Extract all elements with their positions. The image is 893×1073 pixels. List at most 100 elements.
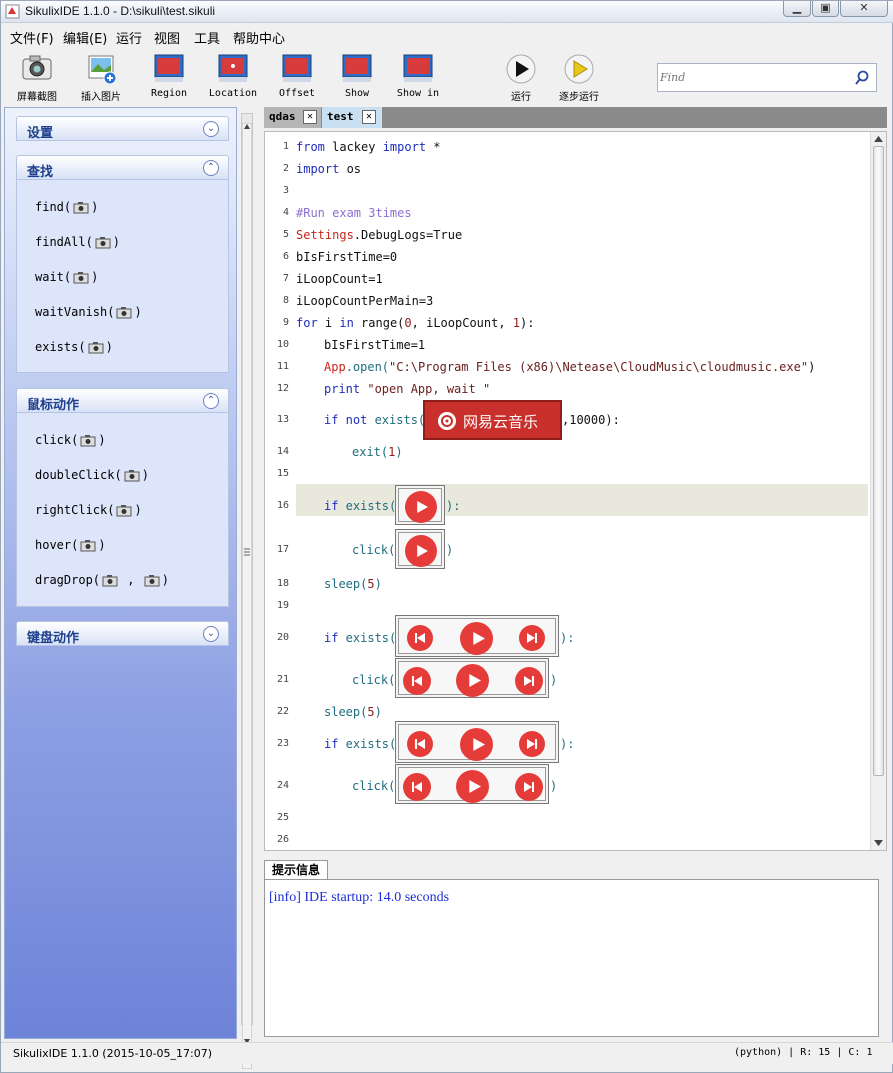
run-slow-button[interactable]: 逐步运行	[554, 53, 604, 103]
close-paren: )	[161, 573, 169, 587]
command-sidebar: 设置 ⌄ 查找 ⌃ find() findAll() wait() waitVa…	[4, 107, 237, 1039]
command-wait[interactable]: wait()	[35, 270, 98, 284]
code-text: ,10000):	[562, 413, 620, 427]
command-dragdrop[interactable]: dragDrop( , )	[35, 573, 169, 587]
code-text: )	[550, 673, 558, 687]
code-text: lackey	[324, 140, 383, 154]
command-find[interactable]: find()	[35, 200, 98, 214]
tab-test[interactable]: test ✕	[322, 107, 382, 128]
play-button-screenshot[interactable]	[395, 485, 445, 525]
show-button[interactable]: Show	[335, 53, 379, 99]
message-console[interactable]: [info] IDE startup: 14.0 seconds	[264, 879, 879, 1037]
code-line-13: if not exists(	[324, 413, 425, 427]
code-line-20: if exists(	[324, 631, 396, 645]
keyboard-panel-header[interactable]: 键盘动作 ⌄	[16, 621, 229, 646]
editor-scroll-thumb[interactable]	[873, 146, 884, 776]
maximize-button[interactable]: ▣	[812, 1, 839, 17]
close-paren: )	[112, 235, 121, 249]
line-number: 6	[282, 251, 289, 262]
find-input[interactable]	[660, 67, 850, 88]
offset-button[interactable]: Offset	[273, 53, 321, 99]
code-line-23-tail: ):	[560, 737, 574, 751]
code-text: Settings	[296, 228, 354, 242]
camera-icon	[22, 55, 52, 80]
editor-area: qdas ✕ test ✕ 1 2 3 4 5 6 7 8 9 10 11 12 13 14 15 16 17 1…	[264, 107, 887, 851]
command-label: exists(	[35, 340, 86, 354]
location-button[interactable]: Location	[205, 53, 261, 99]
camera-icon	[102, 574, 118, 586]
previous-track-icon	[412, 782, 422, 792]
play-icon	[469, 780, 481, 793]
close-paren: )	[91, 200, 99, 214]
code-line-12: print "open App, wait "	[324, 382, 490, 396]
menu-tools[interactable]: 工具	[194, 28, 220, 47]
message-tab[interactable]: 提示信息	[264, 860, 328, 880]
tab-qdas[interactable]: qdas ✕	[264, 107, 321, 128]
screenshot-button[interactable]: 屏幕截图	[11, 53, 63, 103]
close-tab-icon[interactable]: ✕	[362, 110, 376, 124]
close-paren: )	[134, 503, 142, 517]
menu-edit[interactable]: 编辑(E)	[63, 28, 107, 47]
code-line-17-tail: )	[446, 543, 453, 557]
command-doubleclick[interactable]: doubleClick()	[35, 468, 149, 482]
find-panel-header[interactable]: 查找 ⌃	[16, 155, 229, 180]
run-button[interactable]: 运行	[501, 53, 541, 103]
scroll-up-icon[interactable]	[874, 135, 883, 142]
menu-file[interactable]: 文件(F)	[10, 28, 54, 47]
camera-icon	[80, 539, 96, 551]
status-position: (python) | R: 15 | C: 1	[734, 1047, 873, 1058]
player-controls-screenshot[interactable]	[395, 764, 549, 804]
code-line-6: bIsFirstTime=0	[296, 250, 398, 264]
line-number: 15	[276, 468, 289, 479]
search-icon[interactable]	[854, 70, 870, 86]
string: "open App, wait "	[360, 382, 491, 396]
netease-logo-screenshot[interactable]: 网易云音乐	[423, 400, 562, 440]
code-line-17: click(	[352, 543, 395, 557]
line-number: 23	[276, 738, 289, 749]
editor-scrollbar[interactable]	[870, 132, 886, 850]
netease-music-icon	[438, 412, 456, 430]
show-in-button[interactable]: Show in	[393, 53, 443, 99]
sidebar-splitter[interactable]	[238, 107, 256, 1069]
insert-image-button[interactable]: 插入图片	[75, 53, 127, 103]
chevron-down-icon[interactable]: ⌄	[203, 121, 219, 137]
code-line-5: Settings.DebugLogs=True	[296, 228, 462, 242]
command-rightclick[interactable]: rightClick()	[35, 503, 142, 517]
region-button[interactable]: Region	[145, 53, 193, 99]
menu-run[interactable]: 运行	[116, 28, 142, 47]
command-findall[interactable]: findAll()	[35, 235, 120, 249]
player-controls-screenshot[interactable]	[395, 658, 549, 698]
code-text: .open(	[345, 360, 390, 374]
settings-panel-header[interactable]: 设置 ⌄	[16, 116, 229, 141]
mouse-panel-header[interactable]: 鼠标动作 ⌃	[16, 388, 229, 413]
sikulix-app-icon	[5, 4, 20, 19]
status-bar: SikulixIDE 1.1.0 (2015-10-05_17:07) (pyt…	[1, 1042, 893, 1064]
command-exists[interactable]: exists()	[35, 340, 113, 354]
chevron-down-icon[interactable]: ⌄	[203, 626, 219, 642]
chevron-up-icon[interactable]: ⌃	[203, 393, 219, 409]
splitter-handle-icon[interactable]	[242, 123, 252, 1069]
command-label: rightClick(	[35, 503, 115, 517]
chevron-up-icon[interactable]: ⌃	[203, 160, 219, 176]
line-number: 25	[276, 812, 289, 823]
menu-view[interactable]: 视图	[154, 28, 180, 47]
menu-help[interactable]: 帮助中心	[233, 28, 285, 47]
close-tab-icon[interactable]: ✕	[303, 110, 317, 124]
command-click[interactable]: click()	[35, 433, 106, 447]
player-controls-screenshot[interactable]	[395, 615, 559, 657]
close-button[interactable]: ✕	[840, 1, 888, 17]
command-label: hover(	[35, 538, 79, 552]
command-hover[interactable]: hover()	[35, 538, 106, 552]
play-button-screenshot[interactable]	[395, 529, 445, 569]
play-icon	[473, 738, 485, 751]
previous-track-icon	[415, 633, 425, 643]
line-number: 26	[276, 834, 289, 845]
code-text: )	[446, 543, 454, 557]
code-editor[interactable]: 1 2 3 4 5 6 7 8 9 10 11 12 13 14 15 16 17 18 19 20 21 22 23 24 2…	[264, 131, 887, 851]
run-slow-icon	[564, 54, 594, 84]
minimize-button[interactable]: ▁	[783, 1, 811, 17]
scroll-down-icon[interactable]	[874, 840, 883, 847]
command-waitvanish[interactable]: waitVanish()	[35, 305, 142, 319]
line-number: 7	[282, 273, 289, 284]
player-controls-screenshot[interactable]	[395, 721, 559, 763]
